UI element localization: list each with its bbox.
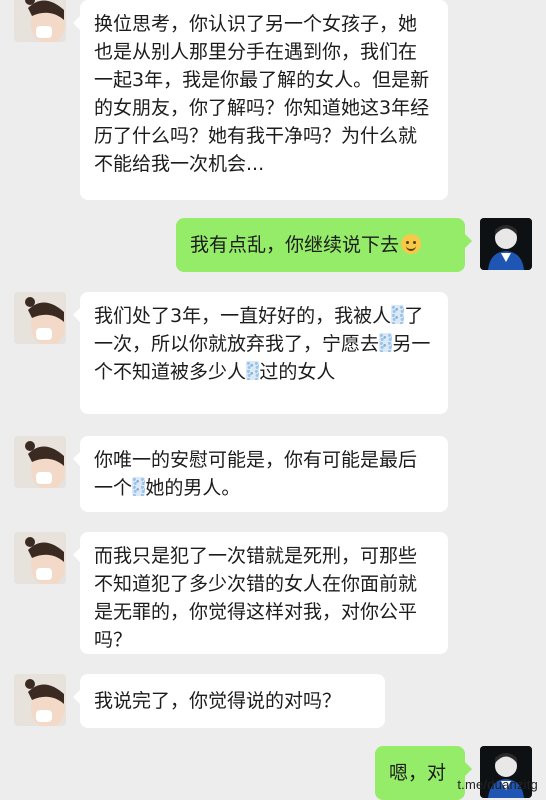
sender-avatar[interactable] xyxy=(14,674,66,726)
girl-avatar-icon xyxy=(14,436,66,488)
message-text: 她的男人。 xyxy=(145,477,241,499)
censored-mark xyxy=(391,305,405,324)
message-bubble[interactable]: 我们处了3年，一直好好的，我被人 了一次，所以你就放弃我了，宁愿去 另一个不知道被多… xyxy=(73,292,448,414)
girl-avatar-icon xyxy=(14,0,66,42)
censored-mark xyxy=(379,333,393,352)
message-bubble[interactable]: 而我只是犯了一次错就是死刑，可那些不知道犯了多少次错的女人在你面前就是无罪的，你… xyxy=(73,532,448,654)
girl-avatar-icon xyxy=(14,532,66,584)
smile-emoji-icon xyxy=(401,234,422,254)
sender-avatar[interactable] xyxy=(14,436,66,488)
message-text: 我有点乱，你继续说下去 xyxy=(190,234,400,256)
message-text: 过的女人 xyxy=(259,361,336,383)
message-bubble[interactable]: 你唯一的安慰可能是，你有可能是最后一个 她的男人。 xyxy=(73,436,448,512)
message-bubble[interactable]: 换位思考，你认识了另一个女孩子，她也是从别人那里分手在遇到你，我们在一起3年，我… xyxy=(73,0,448,200)
receiver-avatar[interactable] xyxy=(480,218,532,270)
message-text: 我们处了3年，一直好好的，我被人 xyxy=(94,305,392,327)
censored-mark xyxy=(246,361,260,380)
message-bubble[interactable]: 嗯，对 xyxy=(375,746,472,800)
message-text: 嗯，对 xyxy=(389,762,447,784)
message-text: 换位思考，你认识了另一个女孩子，她也是从别人那里分手在遇到你，我们在一起3年，我… xyxy=(94,13,430,175)
girl-avatar-icon xyxy=(14,292,66,344)
message-text: 而我只是犯了一次错就是死刑，可那些不知道犯了多少次错的女人在你面前就是无罪的，你… xyxy=(94,545,418,651)
message-bubble[interactable]: 我有点乱，你继续说下去 xyxy=(176,218,472,272)
sender-avatar[interactable] xyxy=(14,532,66,584)
message-bubble[interactable]: 我说完了，你觉得说的对吗？ xyxy=(73,674,385,728)
watermark-text: t.me/duanzitg xyxy=(457,777,538,792)
message-text: 我说完了，你觉得说的对吗？ xyxy=(94,690,342,712)
sender-avatar[interactable] xyxy=(14,0,66,42)
man-avatar-icon xyxy=(480,218,532,270)
censored-mark xyxy=(132,477,146,496)
girl-avatar-icon xyxy=(14,674,66,726)
sender-avatar[interactable] xyxy=(14,292,66,344)
